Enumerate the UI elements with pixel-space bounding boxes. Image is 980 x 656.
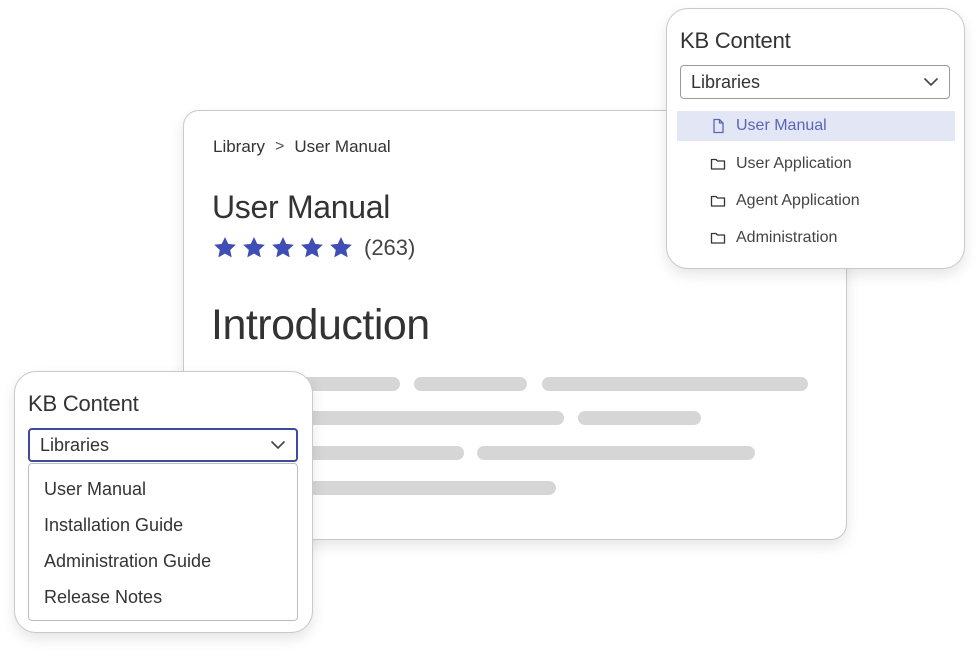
kb-content-dropdown-panel: KB Content Libraries User Manual Install…: [14, 371, 313, 633]
kb-content-tree-panel: KB Content Libraries User Manual User Ap…: [666, 8, 965, 269]
tree-item-label: User Application: [736, 155, 852, 172]
option-release-notes[interactable]: Release Notes: [44, 587, 162, 608]
folder-icon: [710, 232, 726, 244]
option-administration-guide[interactable]: Administration Guide: [44, 551, 211, 572]
kb-content-title: KB Content: [28, 391, 139, 416]
folder-icon: [710, 158, 726, 170]
page-title: User Manual: [212, 189, 391, 225]
libraries-select-value: Libraries: [691, 71, 761, 92]
tree-item-label: Administration: [736, 229, 838, 246]
option-user-manual[interactable]: User Manual: [44, 479, 146, 500]
breadcrumb-library-link[interactable]: Library: [213, 137, 265, 157]
star-icon: [243, 236, 265, 258]
tree-item-user-manual[interactable]: User Manual: [677, 111, 955, 141]
star-icon: [214, 236, 236, 258]
breadcrumb-separator: >: [274, 138, 285, 155]
libraries-select[interactable]: Libraries: [28, 428, 298, 462]
star-icon: [301, 236, 323, 258]
text-placeholder-line: [542, 377, 808, 391]
text-placeholder-line: [477, 446, 755, 460]
text-placeholder-line: [578, 411, 701, 425]
breadcrumb-current: User Manual: [294, 137, 391, 156]
star-icon: [272, 236, 294, 258]
rating-count: (263): [364, 235, 416, 260]
tree-item-administration[interactable]: Administration: [710, 223, 837, 253]
star-rating[interactable]: (263): [211, 235, 415, 261]
libraries-select[interactable]: Libraries: [680, 65, 950, 99]
folder-icon: [710, 195, 726, 207]
star-icon: [330, 236, 352, 258]
tree-item-label: Agent Application: [736, 192, 860, 209]
document-icon: [713, 118, 724, 134]
kb-content-title: KB Content: [680, 28, 791, 53]
libraries-options-menu: User Manual Installation Guide Administr…: [28, 463, 298, 621]
libraries-select-value: Libraries: [40, 434, 110, 455]
option-installation-guide[interactable]: Installation Guide: [44, 515, 183, 536]
breadcrumb: Library > User Manual: [213, 137, 391, 157]
chevron-down-icon: [270, 440, 286, 450]
text-placeholder-line: [414, 377, 527, 391]
chevron-down-icon: [923, 77, 939, 87]
tree-item-label: User Manual: [736, 117, 827, 134]
tree-item-user-application[interactable]: User Application: [710, 149, 852, 179]
tree-item-agent-application[interactable]: Agent Application: [710, 186, 860, 216]
section-heading: Introduction: [211, 301, 430, 349]
